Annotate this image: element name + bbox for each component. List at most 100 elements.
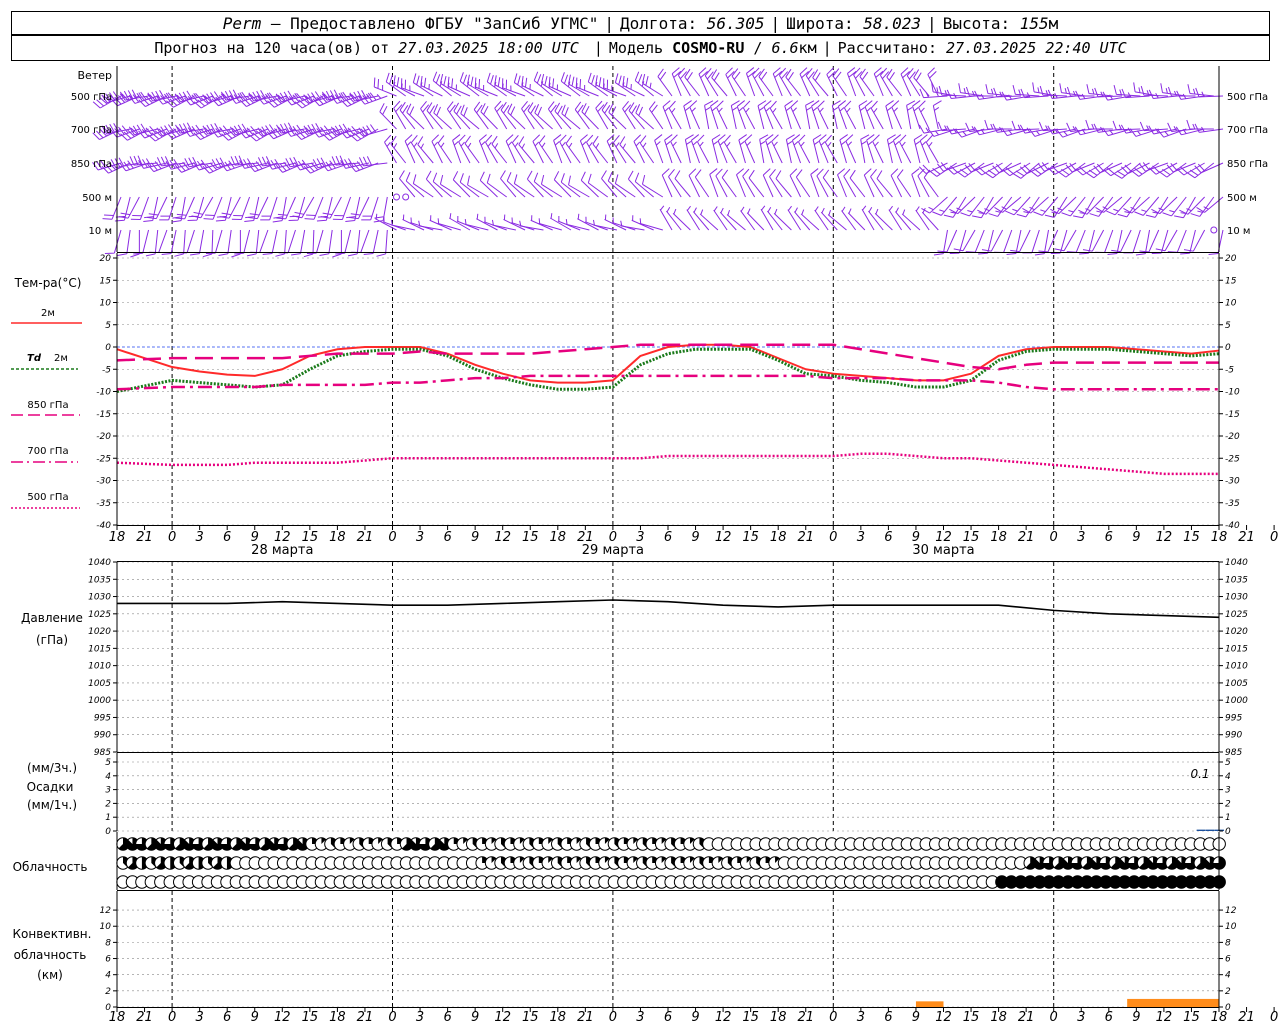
hour-tick-label: 6 — [1105, 1010, 1113, 1024]
wind-barb — [742, 100, 756, 130]
temp-ytick-label: 0 — [105, 343, 111, 353]
hour-tick-label: 21 — [797, 530, 814, 545]
temp-ytick-label: 15 — [1225, 276, 1237, 286]
hour-tick-label: 9 — [1132, 1010, 1140, 1024]
hour-tick-label: 6 — [223, 1010, 231, 1024]
wind-barb — [183, 124, 213, 137]
hour-tick-label: 18 — [329, 530, 346, 545]
hour-tick-label: 18 — [109, 530, 126, 545]
temp-ytick-label: -5 — [102, 365, 111, 375]
wind-barb — [483, 216, 507, 231]
wind-barb — [820, 207, 838, 231]
wind-barb — [912, 100, 921, 130]
wind-barb — [1086, 84, 1113, 97]
wind-barb — [771, 134, 783, 164]
conv-title-2: облачность — [14, 948, 87, 962]
wind-barb — [837, 168, 847, 198]
temp-ytick-label: 5 — [1225, 321, 1231, 331]
pressure-ytick-label: 1000 — [1225, 696, 1248, 706]
hour-tick-label: 21 — [1018, 1010, 1035, 1024]
temp-ytick-label: -35 — [96, 499, 111, 509]
wind-calm-mark — [393, 193, 400, 201]
wind-barb — [810, 168, 820, 198]
hour-tick-label: 6 — [443, 1010, 451, 1024]
wind-barb — [614, 73, 636, 97]
temp-ytick-label: -30 — [96, 477, 111, 487]
temp-ytick-label: 20 — [100, 254, 112, 264]
hour-tick-label: 6 — [223, 530, 231, 545]
wind-barb — [921, 207, 939, 231]
wind-barb — [513, 174, 535, 198]
hour-tick-label: 12 — [494, 530, 511, 545]
wind-barb — [184, 156, 213, 168]
wind-barb — [412, 174, 434, 198]
wind-level-label: 700 гПа — [1227, 125, 1268, 136]
hour-tick-label: 3 — [1077, 1010, 1085, 1024]
wind-barb — [133, 229, 150, 255]
precip-annotation: 0.1 — [1190, 767, 1209, 781]
wind-barb — [876, 170, 893, 198]
pressure-ytick-label: 1010 — [88, 662, 111, 672]
wind-barb — [1011, 120, 1040, 131]
wind-barb — [530, 215, 553, 231]
temp-ytick-label: -25 — [1225, 454, 1240, 464]
wind-barb — [1140, 85, 1168, 97]
wind-barb — [763, 100, 774, 130]
wind-barb — [657, 68, 673, 97]
wind-barb — [614, 174, 636, 198]
wind-barb — [439, 174, 462, 198]
wind-barb — [668, 100, 682, 130]
wind-barb — [565, 135, 581, 164]
wind-barb — [119, 89, 149, 101]
pressure-ytick-label: 1020 — [1225, 627, 1248, 637]
wind-barb — [417, 136, 434, 164]
wind-barb — [248, 90, 278, 102]
wind-barb — [886, 68, 902, 97]
hour-tick-label: 9 — [691, 1010, 699, 1024]
wind-barb — [467, 175, 489, 198]
wind-barb — [513, 73, 535, 97]
hour-tick-label: 3 — [857, 1010, 865, 1024]
wind-barb — [547, 101, 563, 130]
pressure-ytick-label: 1035 — [1225, 575, 1248, 585]
wind-barb — [584, 216, 608, 231]
hour-tick-label: 21 — [136, 530, 153, 545]
temp-ytick-label: -20 — [1225, 432, 1240, 442]
hour-tick-label: 21 — [1018, 530, 1035, 545]
wind-barb — [1139, 121, 1168, 132]
wind-barb — [686, 205, 700, 231]
conv-ytick-label: 0 — [105, 1003, 111, 1013]
wind-barb — [453, 102, 471, 130]
hour-tick-label: 0 — [388, 530, 396, 545]
wind-barb — [773, 208, 792, 231]
precip-ytick-label: 0 — [1225, 827, 1231, 837]
wind-barb — [426, 102, 443, 130]
wind-barb — [760, 205, 774, 231]
pressure-ytick-label: 990 — [1225, 731, 1242, 741]
wind-barb — [659, 205, 673, 231]
wind-barb — [473, 101, 489, 130]
precip-ytick-label: 5 — [105, 758, 111, 768]
hour-tick-label: 6 — [443, 530, 451, 545]
wind-barb — [824, 134, 838, 164]
hour-tick-label: 12 — [1156, 530, 1173, 545]
wind-barb — [595, 75, 618, 97]
wind-barb — [953, 229, 976, 252]
wind-barb — [822, 169, 838, 198]
wind-barb — [500, 101, 517, 130]
wind-barb — [635, 104, 654, 130]
wind-barb — [1095, 196, 1123, 213]
wind-barb — [592, 135, 609, 164]
wind-barb — [390, 135, 407, 164]
wind-barb — [1059, 83, 1086, 97]
hour-tick-label: 21 — [136, 1010, 153, 1024]
hour-tick-label: 15 — [742, 530, 759, 545]
wind-barb — [351, 229, 370, 254]
hour-tick-label: 6 — [884, 1010, 892, 1024]
hour-tick-label: 9 — [912, 1010, 920, 1024]
wind-barb — [460, 104, 480, 130]
temp-ytick-label: -30 — [1225, 477, 1240, 487]
wind-barb — [793, 207, 811, 231]
wind-barb — [985, 84, 1012, 97]
t500-line — [116, 452, 1219, 476]
